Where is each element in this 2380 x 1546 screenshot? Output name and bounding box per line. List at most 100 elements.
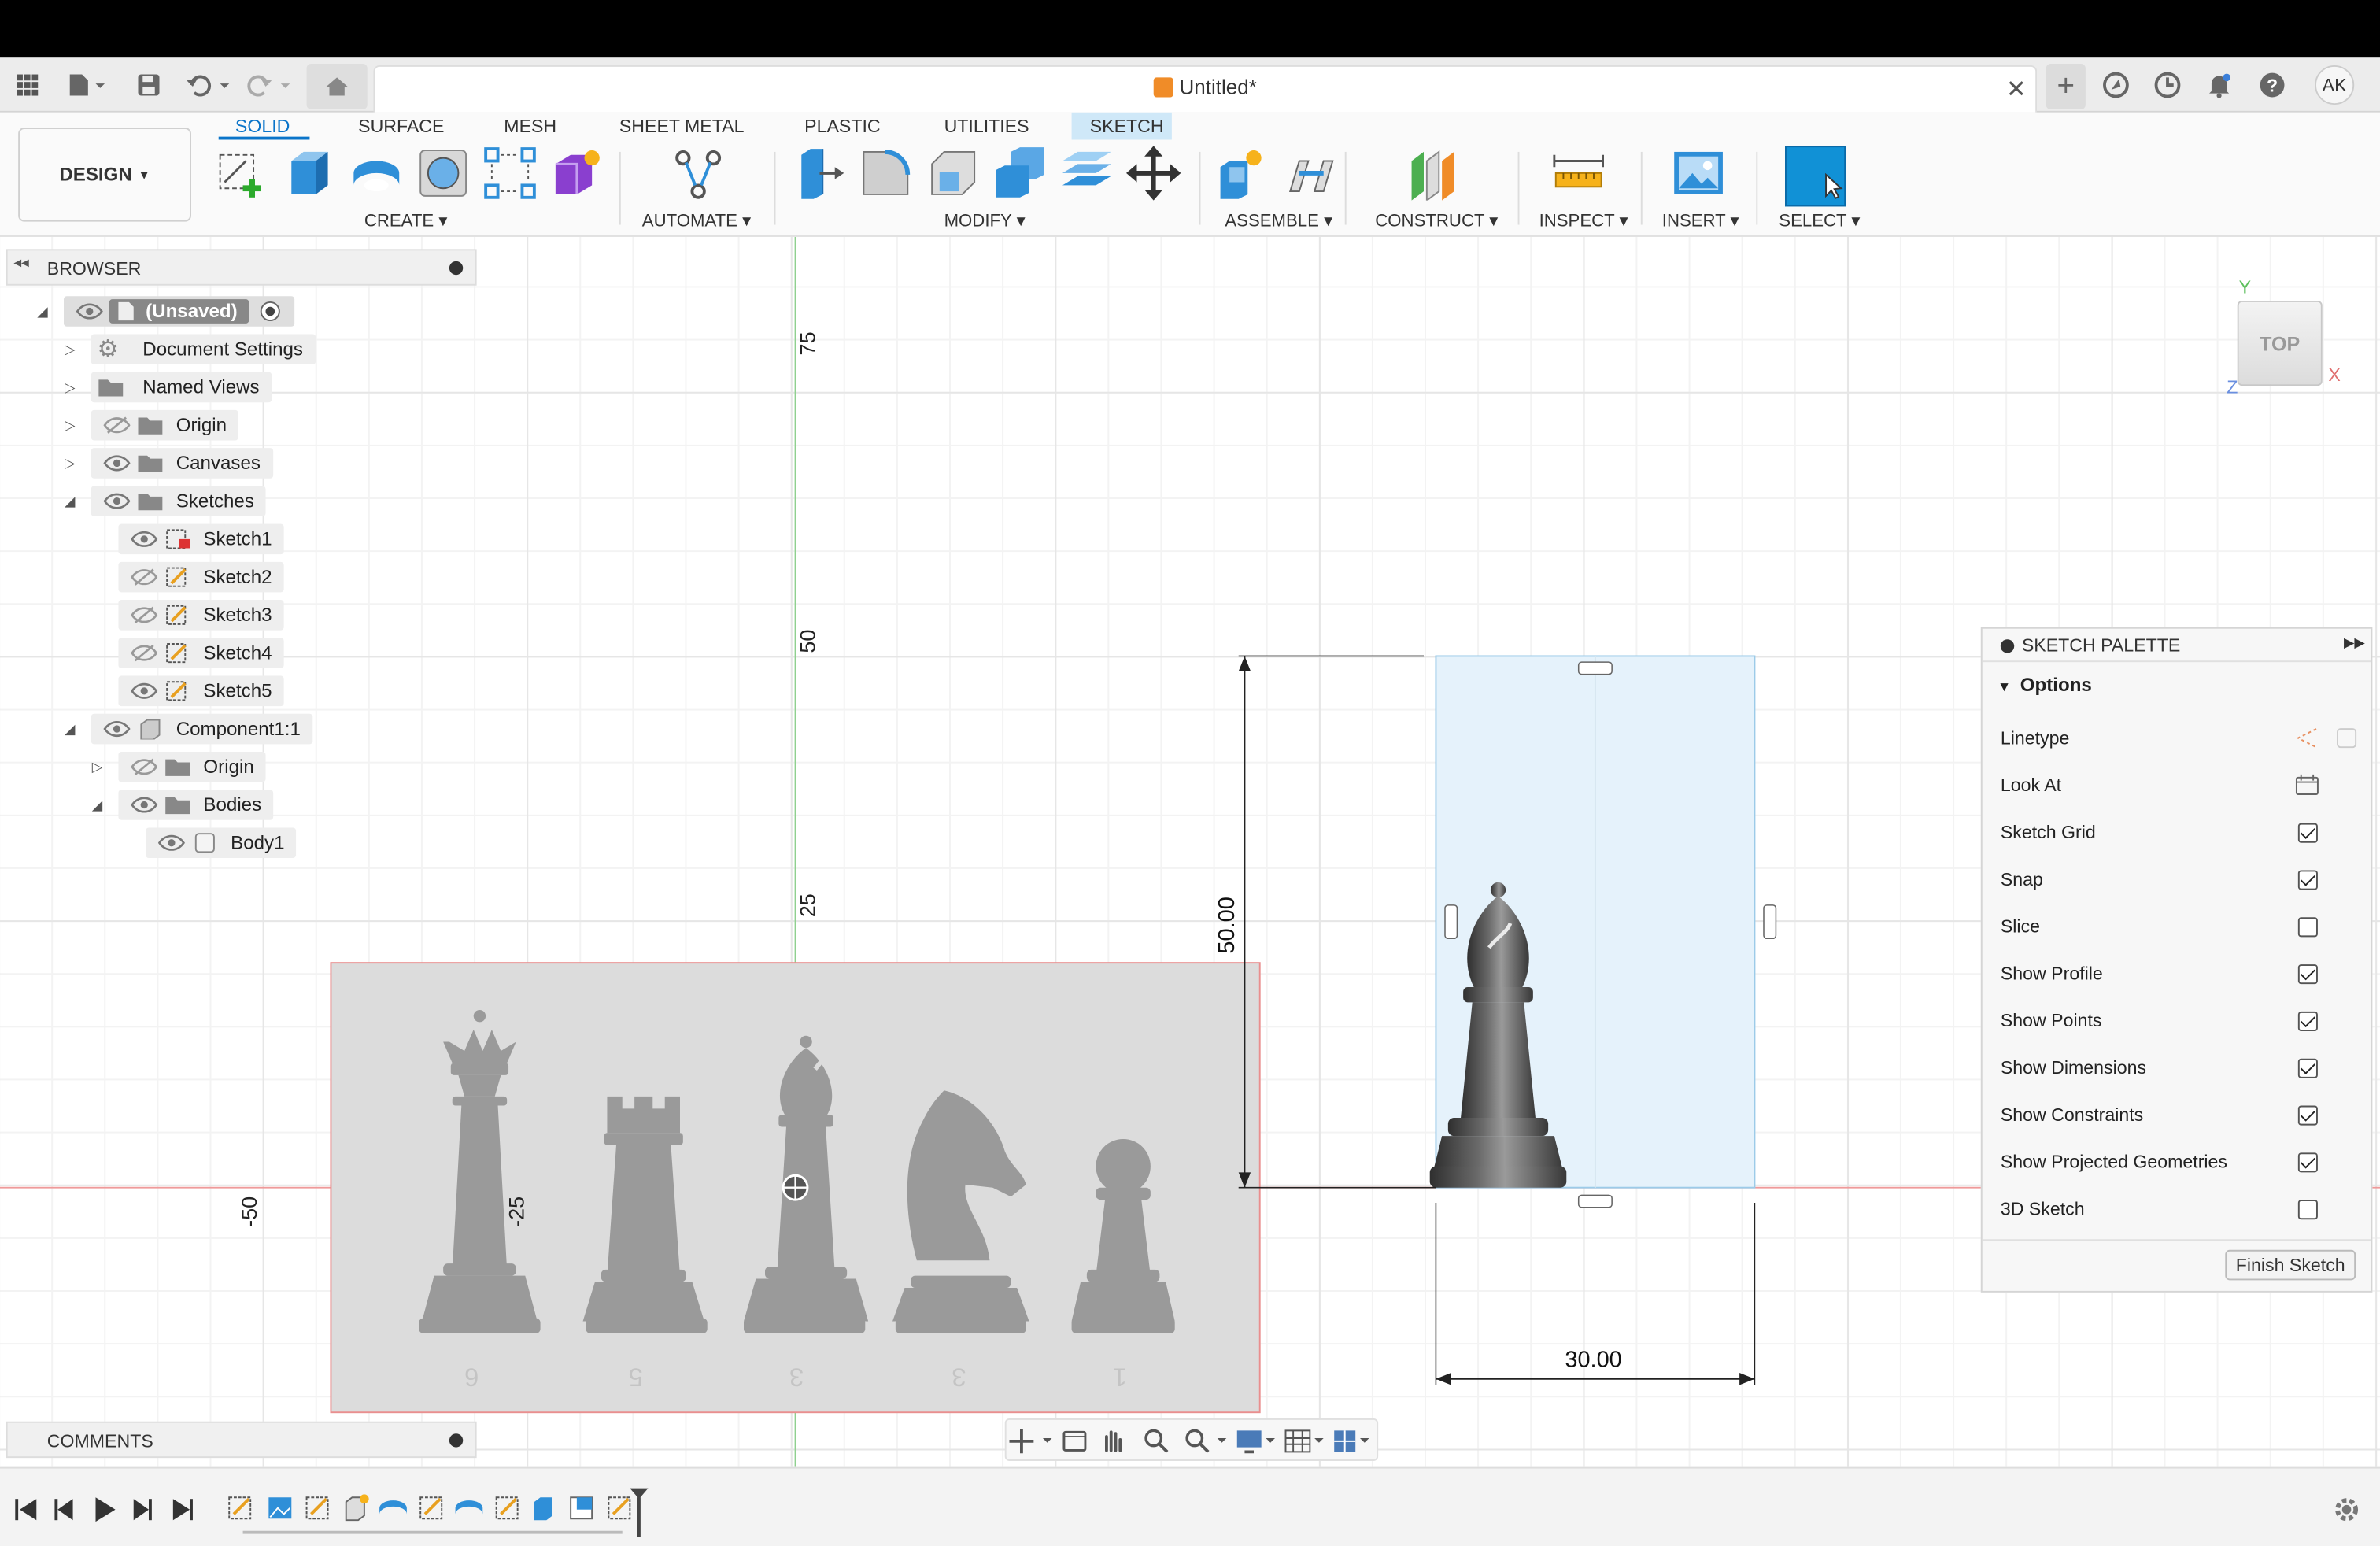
visibility-eye-icon[interactable] [157,834,186,852]
expanded-triangle-icon[interactable]: ◢ [33,303,51,320]
hole-icon[interactable] [416,146,470,200]
revolve-icon[interactable] [349,146,404,200]
tab-solid[interactable]: SOLID [229,116,296,137]
job-status-icon[interactable] [2153,70,2183,101]
collapsed-triangle-icon[interactable]: ▷ [61,379,79,395]
tab-plastic[interactable]: PLASTIC [798,116,886,137]
tree-item-canvases[interactable]: ▷ Canvases [61,448,273,479]
collapsed-triangle-icon[interactable]: ▷ [88,759,106,775]
extensions-icon[interactable] [2101,70,2131,101]
hidden-eye-icon[interactable] [131,758,158,776]
visibility-eye-icon[interactable] [131,796,158,814]
tab-sheet-metal[interactable]: SHEET METAL [613,116,750,137]
tree-item-sketch1[interactable]: Sketch1 [118,523,284,555]
construction-linetype-icon[interactable] [2295,726,2319,750]
automate-icon[interactable] [671,146,725,200]
form-icon[interactable] [549,146,604,200]
offset-face-icon[interactable] [1059,146,1114,200]
save-icon[interactable] [134,70,164,101]
tree-item-sketch2[interactable]: Sketch2 [118,561,284,593]
tab-sketch[interactable]: SKETCH [1084,116,1170,137]
show-dimensions-checkbox[interactable] [2297,1057,2318,1078]
tree-item-named-views[interactable]: ▷ Named Views [61,372,272,403]
collapse-icon[interactable]: ◂◂ [13,255,28,272]
tree-item-sketches[interactable]: ◢ Sketches [61,486,267,516]
finish-sketch-button[interactable]: Finish Sketch [2225,1249,2356,1281]
show-points-checkbox[interactable] [2297,1010,2318,1031]
create-menu[interactable]: CREATE ▾ [364,209,448,231]
extrude-icon[interactable] [283,146,337,200]
automate-menu[interactable]: AUTOMATE ▾ [642,209,751,231]
expanded-triangle-icon[interactable]: ◢ [61,720,79,737]
show-projected-checkbox[interactable] [2297,1152,2318,1172]
press-pull-icon[interactable] [793,146,847,200]
help-icon[interactable]: ? [2257,70,2288,101]
active-radio-icon[interactable] [259,299,283,324]
dimension-height[interactable]: 50.00 [1214,897,1240,953]
visibility-eye-icon[interactable] [131,682,158,700]
tab-mesh[interactable]: MESH [498,116,563,137]
offset-plane-icon[interactable] [1406,146,1460,202]
hidden-eye-icon[interactable] [131,644,158,662]
assemble-menu[interactable]: ASSEMBLE ▾ [1225,209,1332,231]
redo-icon[interactable] [246,70,294,101]
tree-item-sketch4[interactable]: Sketch4 [118,638,284,668]
slice-checkbox[interactable] [2297,916,2318,937]
tree-item-component-origin[interactable]: ▷ Origin [88,751,267,782]
expand-palette-icon[interactable]: ▶▶ [2344,634,2365,651]
palette-pin-icon[interactable] [2000,639,2015,653]
tree-root[interactable]: ◢ (Unsaved) [33,296,295,327]
visibility-eye-icon[interactable] [103,719,131,738]
tab-utilities[interactable]: UTILITIES [938,116,1035,137]
measure-icon[interactable] [1551,146,1606,200]
collapsed-triangle-icon[interactable]: ▷ [61,455,79,472]
tree-item-origin[interactable]: ▷ Origin [61,409,239,441]
show-constraints-checkbox[interactable] [2297,1104,2318,1125]
notifications-icon[interactable] [2204,70,2234,101]
expanded-triangle-icon[interactable]: ◢ [88,797,106,813]
select-menu[interactable]: SELECT ▾ [1779,209,1860,231]
tree-item-component1[interactable]: ◢ Component1:1 [61,713,313,745]
dimension-width[interactable]: 30.00 [1565,1347,1621,1373]
comments-add-icon[interactable] [449,1433,464,1448]
comments-panel[interactable]: COMMENTS [6,1421,477,1459]
move-icon[interactable] [1125,146,1181,201]
user-avatar[interactable]: AK [2315,65,2355,105]
insert-menu[interactable]: INSERT ▾ [1662,209,1739,231]
joint-icon[interactable] [1284,146,1339,200]
centerline-icon[interactable] [2334,726,2359,750]
hidden-eye-icon[interactable] [131,568,158,586]
hidden-eye-icon[interactable] [103,416,131,435]
undo-icon[interactable] [185,70,234,101]
options-section[interactable]: ▼ Options [1998,675,2092,696]
document-tab[interactable]: Untitled* ✕ [373,65,2038,113]
fillet-icon[interactable] [859,146,914,200]
app-grid-icon[interactable] [12,70,42,101]
show-profile-checkbox[interactable] [2297,963,2318,984]
collapsed-triangle-icon[interactable]: ▷ [61,341,79,357]
visibility-eye-icon[interactable] [103,454,131,472]
pattern-icon[interactable] [482,146,537,200]
close-tab-icon[interactable]: ✕ [2006,75,2027,105]
sketch-grid-checkbox[interactable] [2297,822,2318,842]
visibility-eye-icon[interactable] [131,530,158,548]
new-component-icon[interactable] [1214,146,1269,200]
inspect-menu[interactable]: INSPECT ▾ [1539,209,1628,231]
visibility-eye-icon[interactable] [103,492,131,510]
construct-menu[interactable]: CONSTRUCT ▾ [1375,209,1498,231]
file-menu-icon[interactable] [64,70,109,101]
tree-item-body1[interactable]: Body1 [146,827,297,859]
tree-item-sketch5[interactable]: Sketch5 [118,675,284,707]
select-tool-button[interactable] [1784,146,1846,207]
workspace-switcher[interactable]: DESIGN ▼ [18,128,191,222]
3d-sketch-checkbox[interactable] [2297,1199,2318,1219]
create-sketch-icon[interactable] [216,146,270,200]
modify-menu[interactable]: MODIFY ▾ [944,209,1026,231]
insert-image-icon[interactable] [1671,146,1725,200]
expanded-triangle-icon[interactable]: ◢ [61,493,79,509]
viewcube[interactable]: TOP [2237,300,2323,386]
tree-item-sketch3[interactable]: Sketch3 [118,600,284,631]
browser-header[interactable]: ◂◂ BROWSER [6,249,477,286]
tree-item-document-settings[interactable]: ▷ ⚙ Document Settings [61,334,316,365]
visibility-eye-icon[interactable] [76,302,103,320]
